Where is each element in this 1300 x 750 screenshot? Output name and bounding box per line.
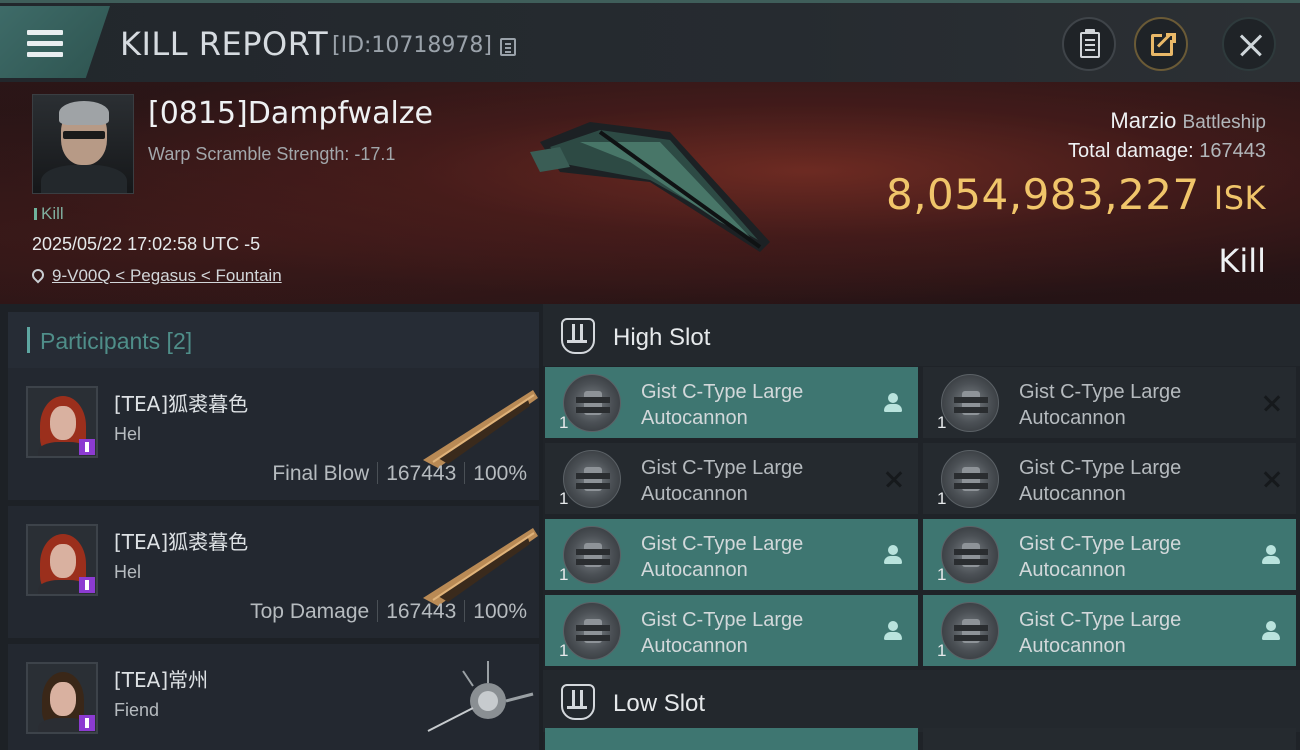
participant-name: [TEA]常州 — [114, 668, 209, 692]
page-title: KILL REPORT — [120, 25, 329, 63]
module-name: Gist C-Type Large Autocannon — [641, 457, 804, 505]
clipboard-icon — [1080, 29, 1100, 58]
kill-report-window: KILL REPORT [ID:10718978] [0815]Dampfwal… — [0, 0, 1300, 750]
autocannon-icon — [563, 526, 621, 584]
close-button[interactable] — [1222, 17, 1276, 71]
copy-icon[interactable] — [500, 38, 516, 56]
participant-name: [TEA]狐裘暮色 — [114, 392, 249, 416]
module-name: Gist C-Type Large Autocannon — [641, 381, 804, 429]
info-badge-icon — [79, 715, 95, 731]
module-item[interactable]: 1 Gist C-Type Large Autocannon — [545, 367, 918, 438]
participant-ship-image — [423, 528, 538, 606]
module-item[interactable]: 1 Gist C-Type Large Autocannon — [545, 519, 918, 590]
victim-name[interactable]: [0815]Dampfwalze — [148, 96, 433, 131]
person-icon — [884, 621, 902, 641]
kill-timestamp: 2025/05/22 17:02:58 UTC -5 — [32, 234, 261, 254]
module-name: Gist C-Type Large Autocannon — [1019, 609, 1182, 657]
participant-card[interactable]: [TEA]常州 Fiend — [8, 644, 539, 750]
autocannon-icon — [563, 602, 621, 660]
module-name: Gist C-Type Large Autocannon — [1019, 457, 1182, 505]
module-item[interactable]: 1 Gist C-Type Large Autocannon — [923, 595, 1296, 666]
person-icon — [884, 545, 902, 565]
module-item[interactable]: 1 Gist C-Type Large Autocannon — [545, 595, 918, 666]
clipboard-button[interactable] — [1062, 17, 1116, 71]
autocannon-icon — [941, 526, 999, 584]
module-item[interactable]: 1 Gist C-Type Large Autocannon — [923, 443, 1296, 514]
participant-ship: Hel — [114, 424, 142, 444]
module-name: Gist C-Type Large Autocannon — [1019, 533, 1182, 581]
participant-ship-image — [427, 661, 534, 732]
participant-avatar[interactable] — [26, 386, 98, 458]
participant-ship: Hel — [114, 562, 142, 582]
participants-header: Participants [2] — [8, 312, 539, 368]
autocannon-icon — [941, 450, 999, 508]
low-slot-icon — [561, 684, 595, 720]
share-button[interactable] — [1134, 17, 1188, 71]
high-slot-header: High Slot — [543, 304, 1300, 366]
module-name: Gist C-Type Large Autocannon — [641, 533, 804, 581]
destroyed-x-icon — [1262, 393, 1282, 413]
total-damage: Total damage: 167443 — [1068, 140, 1266, 162]
autocannon-icon — [563, 374, 621, 432]
module-item-partial[interactable] — [923, 728, 1296, 750]
module-item-partial[interactable] — [545, 728, 918, 750]
location-link[interactable]: 9-V00Q < Pegasus < Fountain — [29, 266, 282, 286]
participants-panel: Participants [2] [TEA]狐裘暮色 Hel Final Blo… — [0, 304, 543, 750]
location-pin-icon — [29, 266, 47, 284]
report-result: Kill — [1218, 242, 1266, 280]
module-item[interactable]: 1 Gist C-Type Large Autocannon — [923, 519, 1296, 590]
autocannon-icon — [941, 374, 999, 432]
info-badge-icon — [79, 439, 95, 455]
module-name: Gist C-Type Large Autocannon — [1019, 381, 1182, 429]
module-item[interactable]: 1 Gist C-Type Large Autocannon — [545, 443, 918, 514]
participants-title: Participants [2] — [40, 328, 193, 354]
module-name: Gist C-Type Large Autocannon — [641, 609, 804, 657]
participant-name: [TEA]狐裘暮色 — [114, 530, 249, 554]
destroyed-x-icon — [884, 469, 904, 489]
fitting-slots-panel: High Slot 1 Gist C-Type Large Autocannon … — [543, 304, 1300, 750]
destroyed-x-icon — [1262, 469, 1282, 489]
warp-scramble-strength: Warp Scramble Strength: -17.1 — [148, 144, 396, 164]
participant-card[interactable]: [TEA]狐裘暮色 Hel Final Blow 167443 100% — [8, 368, 539, 500]
participant-stats: Top Damage 167443 100% — [250, 600, 527, 623]
kill-tag: Kill — [34, 204, 64, 224]
high-slot-icon — [561, 318, 595, 354]
person-icon — [884, 393, 902, 413]
isk-value: 8,054,983,227 ISK — [885, 170, 1266, 219]
participant-avatar[interactable] — [26, 524, 98, 596]
menu-icon — [27, 30, 63, 35]
victim-portrait[interactable] — [32, 94, 134, 194]
low-slot-header: Low Slot — [543, 670, 1300, 732]
header-bar: KILL REPORT [ID:10718978] — [0, 0, 1300, 82]
info-badge-icon — [79, 577, 95, 593]
report-id: [ID:10718978] — [332, 33, 492, 58]
person-icon — [1262, 621, 1280, 641]
participant-ship-image — [423, 390, 538, 468]
victim-ship: Marzio Battleship — [1110, 108, 1266, 133]
participant-avatar[interactable] — [26, 662, 98, 734]
person-icon — [1262, 545, 1280, 565]
autocannon-icon — [563, 450, 621, 508]
module-item[interactable]: 1 Gist C-Type Large Autocannon — [923, 367, 1296, 438]
victim-ship-image — [530, 122, 770, 252]
autocannon-icon — [941, 602, 999, 660]
victim-banner: [0815]Dampfwalze Warp Scramble Strength:… — [0, 82, 1300, 304]
menu-button[interactable] — [0, 6, 110, 78]
kill-marker-icon — [34, 208, 37, 220]
participant-ship: Fiend — [114, 700, 160, 720]
participant-stats: Final Blow 167443 100% — [272, 462, 527, 485]
participant-card[interactable]: [TEA]狐裘暮色 Hel Top Damage 167443 100% — [8, 506, 539, 638]
